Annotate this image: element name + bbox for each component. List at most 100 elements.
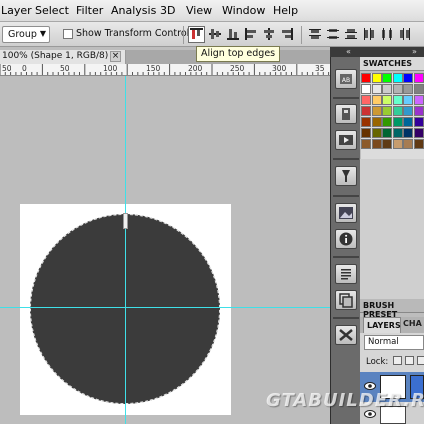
swatches-panel-tab[interactable]: SWATCHES [360, 57, 424, 71]
swatch[interactable] [403, 95, 413, 105]
swatch[interactable] [403, 106, 413, 116]
distribute-bottom-icon [345, 29, 357, 39]
swatch[interactable] [403, 73, 413, 83]
lock-position-icon[interactable] [417, 356, 424, 365]
swatch[interactable] [371, 139, 382, 149]
ruler-label: 200 [188, 64, 203, 73]
info-icon[interactable] [335, 229, 357, 249]
swatch[interactable] [413, 73, 424, 83]
transform-anchor-handle[interactable] [123, 213, 128, 229]
brush-presets-panel-tab[interactable]: BRUSH PRESET [360, 299, 424, 319]
tool-presets-icon[interactable] [335, 166, 357, 186]
paragraph-icon[interactable] [335, 264, 357, 284]
swatch[interactable] [361, 95, 371, 105]
menu-window[interactable]: Window [222, 4, 265, 17]
tab-layers[interactable]: LAYERS [363, 317, 401, 333]
swatch[interactable] [371, 95, 382, 105]
swatch[interactable] [371, 117, 382, 127]
swatch[interactable] [403, 139, 413, 149]
swatch[interactable] [361, 139, 371, 149]
swatch[interactable] [403, 128, 413, 138]
swatch[interactable] [382, 128, 392, 138]
menu-3d[interactable]: 3D [160, 4, 175, 17]
swatch[interactable] [382, 139, 392, 149]
lock-transparency-icon[interactable] [393, 356, 402, 365]
collapse-icon[interactable]: » [412, 47, 417, 56]
menu-analysis[interactable]: Analysis [111, 4, 156, 17]
swatch[interactable] [371, 106, 382, 116]
horizontal-ruler[interactable]: 50 0 50 100 150 200 250 300 35 [0, 64, 330, 76]
menu-view[interactable]: View [186, 4, 212, 17]
swatch[interactable] [382, 95, 392, 105]
swatch[interactable] [413, 139, 424, 149]
align-vertical-centers-button[interactable] [208, 27, 222, 41]
menu-layer[interactable]: Layer [1, 4, 32, 17]
swatch[interactable] [371, 128, 382, 138]
align-top-edges-button[interactable] [188, 26, 205, 43]
menu-filter[interactable]: Filter [76, 4, 103, 17]
swatch[interactable] [392, 117, 403, 127]
align-right-icon [282, 28, 293, 40]
collapse-icon[interactable]: « [346, 47, 351, 56]
visibility-eye-icon[interactable] [364, 410, 376, 418]
align-horizontal-centers-button[interactable] [262, 27, 276, 41]
swatch[interactable] [413, 128, 424, 138]
horizontal-guide[interactable] [0, 307, 330, 308]
distribute-top-button[interactable] [308, 27, 322, 41]
svg-text:AB: AB [342, 77, 350, 84]
visibility-eye-icon[interactable] [364, 382, 376, 390]
swatch[interactable] [413, 117, 424, 127]
swatch[interactable] [361, 128, 371, 138]
distribute-vcenter-button[interactable] [326, 27, 340, 41]
menu-select[interactable]: Select [35, 4, 69, 17]
swatch[interactable] [382, 73, 392, 83]
swatch[interactable] [392, 106, 403, 116]
panel-dock-header[interactable] [330, 47, 424, 57]
swatch[interactable] [413, 95, 424, 105]
distribute-hcenter-button[interactable] [380, 27, 394, 41]
swatch[interactable] [403, 117, 413, 127]
auto-select-dropdown[interactable]: Group ▼ [2, 26, 50, 43]
blend-mode-select[interactable]: Normal [364, 335, 424, 350]
close-icon[interactable]: × [110, 51, 121, 62]
swatch[interactable] [371, 73, 382, 83]
tools-icon[interactable] [335, 325, 357, 345]
align-left-edges-button[interactable] [244, 27, 258, 41]
swatch[interactable] [361, 117, 371, 127]
swatch[interactable] [392, 73, 403, 83]
swatch[interactable] [413, 106, 424, 116]
actions-icon[interactable] [335, 130, 357, 150]
swatch[interactable] [371, 84, 382, 94]
tooltip: Align top edges [196, 46, 281, 62]
distribute-bottom-button[interactable] [344, 27, 358, 41]
distribute-right-button[interactable] [398, 27, 412, 41]
swatch[interactable] [392, 139, 403, 149]
align-bottom-edges-button[interactable] [226, 27, 240, 41]
tab-channels[interactable]: CHA [403, 319, 422, 328]
menu-help[interactable]: Help [273, 4, 298, 17]
swatch[interactable] [392, 84, 403, 94]
document-tab[interactable]: 100% (Shape 1, RGB/8) * [0, 50, 126, 64]
lock-pixels-icon[interactable] [405, 356, 414, 365]
show-transform-checkbox[interactable] [63, 29, 73, 39]
swatch[interactable] [361, 73, 371, 83]
swatch[interactable] [382, 117, 392, 127]
swatch[interactable] [392, 95, 403, 105]
canvas-area[interactable] [0, 76, 330, 424]
swatch[interactable] [361, 84, 371, 94]
clone-source-icon[interactable] [335, 290, 357, 310]
swatch[interactable] [413, 84, 424, 94]
swatch[interactable] [403, 84, 413, 94]
vertical-guide[interactable] [125, 76, 126, 424]
align-right-edges-button[interactable] [280, 27, 294, 41]
navigator-icon[interactable] [335, 203, 357, 223]
ruler-label: 150 [146, 64, 161, 73]
swatch[interactable] [382, 106, 392, 116]
swatch[interactable] [382, 84, 392, 94]
layer-comps-icon[interactable]: AB [335, 69, 357, 89]
swatch[interactable] [361, 106, 371, 116]
distribute-left-button[interactable] [362, 27, 376, 41]
swatches-panel-body [360, 159, 424, 299]
history-icon[interactable] [335, 104, 357, 124]
swatch[interactable] [392, 128, 403, 138]
